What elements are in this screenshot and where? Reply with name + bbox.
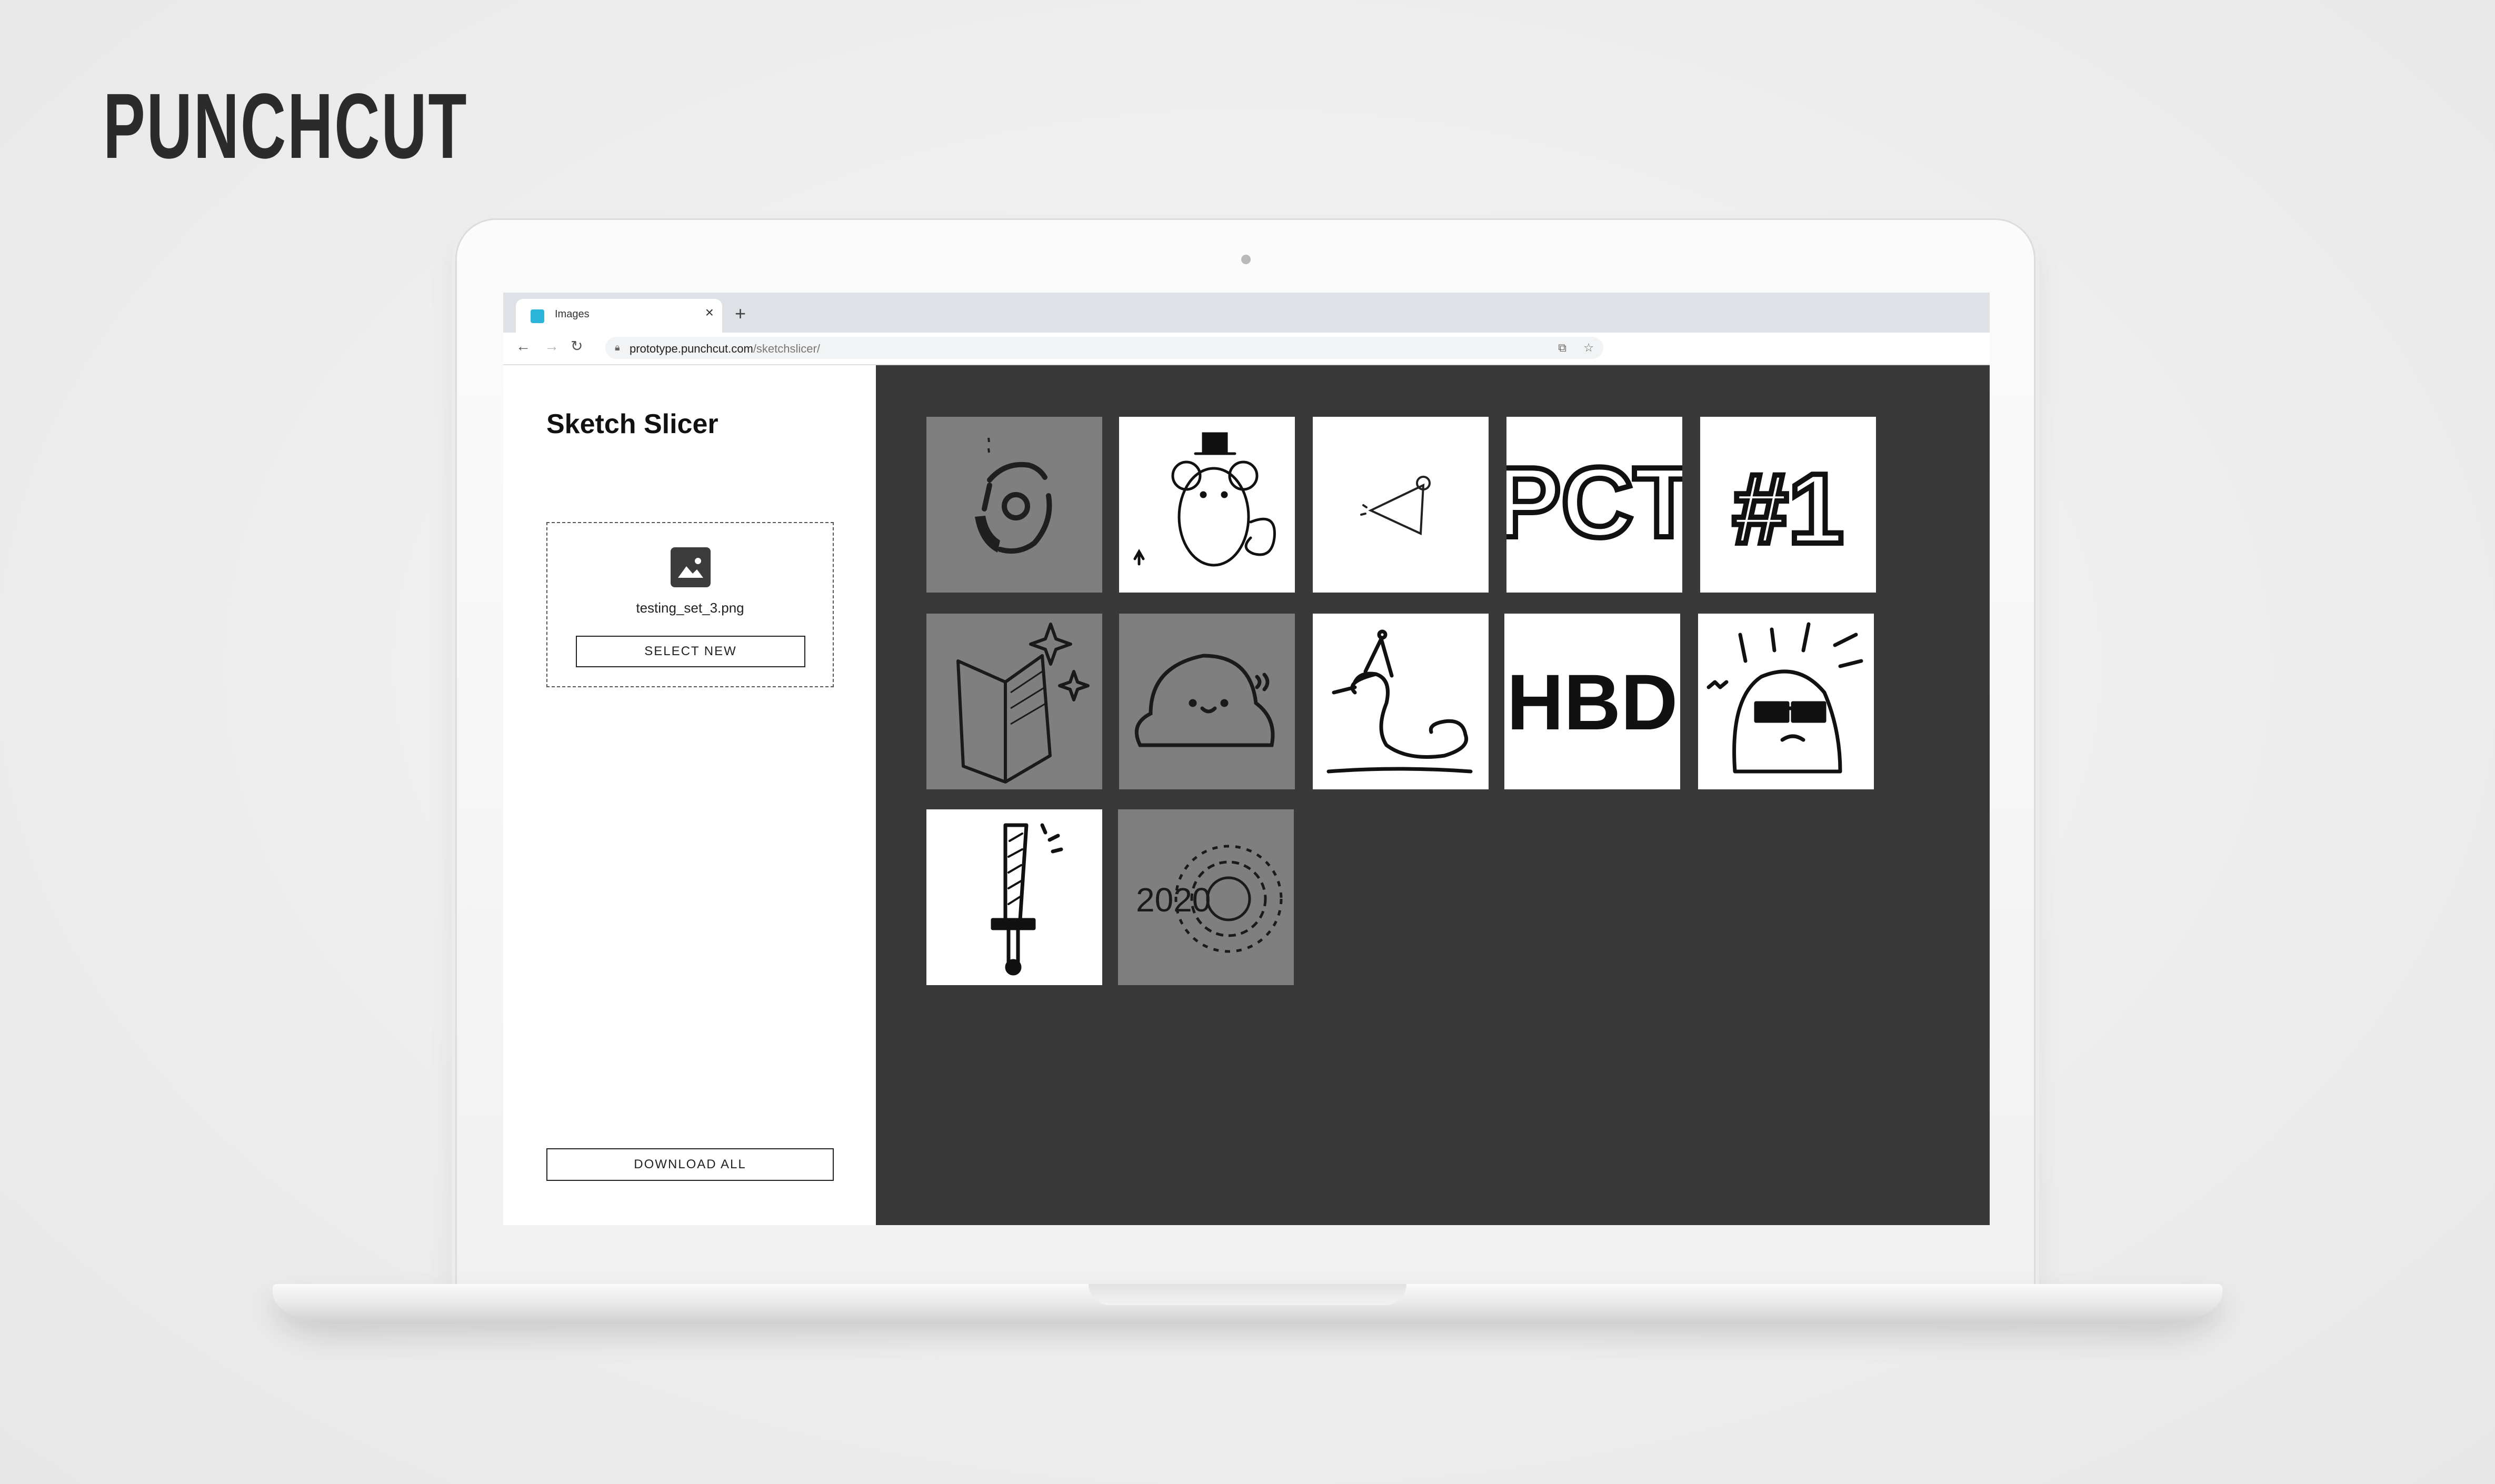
sketch-tile-duck[interactable] [1313,614,1489,789]
mouse-sketch-icon [1133,432,1276,567]
browser-toolbar: ← → ↻ 🔒︎ prototype.punchcut.com/sketchsl… [503,333,1990,365]
blob-creature-icon [1134,654,1275,747]
party-hat-icon [1360,476,1431,536]
sketch-tile-pct[interactable]: PCT [1506,417,1682,593]
sketch-tile-mouse[interactable] [1119,417,1295,593]
lock-icon: 🔒︎ [615,342,620,353]
angry-ghost-icon [1706,622,1863,774]
box-sparkle-icon [956,623,1090,784]
file-name: testing_set_3.png [636,600,744,616]
new-tab-icon[interactable]: + [735,304,746,323]
sketch-tile-box[interactable] [926,614,1102,789]
sketch-tile-2020[interactable]: 2020 [1118,809,1294,985]
app-title: Sketch Slicer [546,409,718,439]
svg-text:PCT: PCT [1506,447,1682,558]
back-icon[interactable]: ← [516,339,531,354]
download-all-button[interactable]: DOWNLOAD ALL [546,1148,834,1181]
sketch-grid: PCT #1 HBD 2020 [876,365,1990,1225]
url-text: prototype.punchcut.com/sketchslicer/ [630,342,820,356]
address-bar[interactable]: 🔒︎ prototype.punchcut.com/sketchslicer/ … [605,337,1603,359]
sketch-tile-hbd[interactable]: HBD [1504,614,1680,789]
sketch-slicer-app: Sketch Slicer testing_set_3.png SELECT N… [503,365,1990,1225]
svg-text:2020: 2020 [1136,881,1211,919]
browser-tab[interactable]: Images × [516,299,722,333]
number-one-lettering: #1 [1730,450,1846,567]
punchcut-logo: PUNCHCUT [103,75,468,178]
file-dropzone[interactable]: testing_set_3.png SELECT NEW [546,522,834,687]
sidebar: Sketch Slicer testing_set_3.png SELECT N… [503,365,876,1225]
svg-text:#1: #1 [1732,453,1843,565]
sketch-tile-party-hat[interactable] [1313,417,1489,593]
select-new-button[interactable]: SELECT NEW [576,636,805,667]
reload-icon[interactable]: ↻ [571,339,583,354]
browser-tab-bar: Images × + [503,293,1990,333]
pct-lettering: PCT [1506,444,1682,561]
webcam [1241,255,1251,264]
forward-icon[interactable]: → [544,339,559,354]
bookmark-star-icon[interactable]: ☆ [1583,341,1594,355]
duck-party-hat-icon [1326,629,1473,774]
image-icon [671,547,711,587]
hbd-lettering: HBD [1507,658,1678,746]
translate-icon[interactable]: ⧉ [1558,341,1566,355]
svg-text:HBD: HBD [1507,658,1678,746]
tab-title: Images [555,308,590,320]
sword-icon [991,823,1063,976]
url-host: prototype.punchcut.com [630,342,753,355]
sketch-tile-blob[interactable] [1119,614,1295,789]
sketch-tile-donut[interactable] [926,417,1102,593]
laptop-notch [1089,1284,1406,1305]
url-path: /sketchslicer/ [753,342,820,355]
favicon-icon [531,309,544,323]
year-2020-lettering: 2020 [1136,845,1283,953]
donut-sketch-icon [975,437,1052,554]
laptop-screen: Images × + ← → ↻ 🔒︎ prototype.punchcut.c… [503,293,1990,1225]
sketch-tile-sword[interactable] [926,809,1102,985]
sketch-tile-angry-ghost[interactable] [1698,614,1874,789]
sketch-tile-number-one[interactable]: #1 [1700,417,1876,593]
close-tab-icon[interactable]: × [705,305,714,320]
